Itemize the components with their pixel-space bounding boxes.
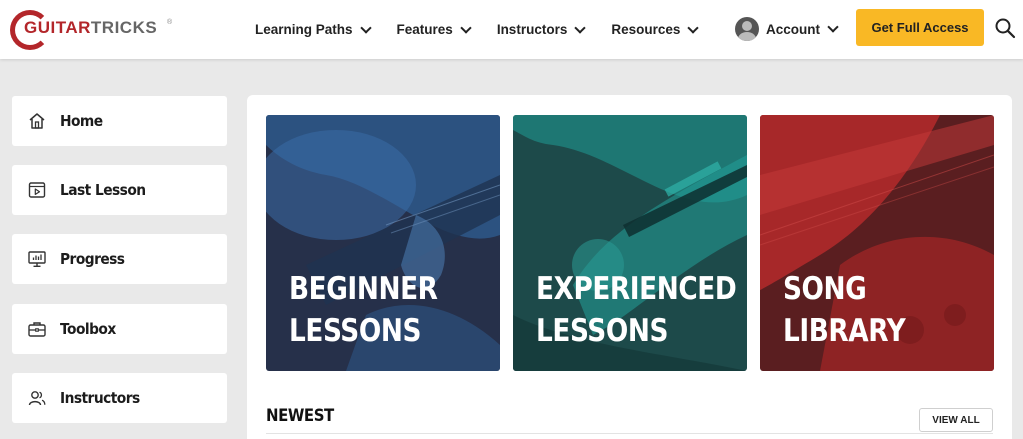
nav-features[interactable]: Features <box>396 21 472 37</box>
toolbox-icon <box>28 322 46 337</box>
card-song-library[interactable]: SONG LIBRARY <box>760 115 994 371</box>
card-title-line2: LESSONS <box>536 313 669 349</box>
card-title-line1: BEGINNER <box>289 271 438 307</box>
main-nav: Learning Paths Features Instructors Reso… <box>255 0 724 59</box>
sidebar-item-toolbox[interactable]: Toolbox <box>12 304 227 354</box>
top-header: GUITARTRICKS ® Learning Paths Features I… <box>0 0 1023 59</box>
search-icon[interactable] <box>994 17 1016 39</box>
users-icon <box>28 391 46 406</box>
card-title-line2: LESSONS <box>289 313 422 349</box>
nav-learning-paths[interactable]: Learning Paths <box>255 21 372 37</box>
card-title-line2: LIBRARY <box>783 313 906 349</box>
play-video-icon <box>28 182 46 198</box>
sidebar-item-label: Instructors <box>60 389 140 407</box>
sidebar-item-instructors[interactable]: Instructors <box>12 373 227 423</box>
nav-label: Learning Paths <box>255 22 353 37</box>
sidebar-item-label: Progress <box>60 250 125 268</box>
chevron-down-icon <box>827 21 839 33</box>
nav-label: Features <box>396 22 453 37</box>
card-beginner-lessons[interactable]: BEGINNER LESSONS <box>266 115 500 371</box>
sidebar-item-label: Last Lesson <box>60 181 146 199</box>
chevron-down-icon <box>687 21 700 34</box>
card-title-line1: EXPERIENCED <box>536 271 737 307</box>
nav-label: Instructors <box>496 22 568 37</box>
home-icon <box>29 113 45 129</box>
get-full-access-button[interactable]: Get Full Access <box>856 9 984 46</box>
logo-text-main: GUITAR <box>24 18 91 37</box>
main-panel: BEGINNER LESSONS EXPERIENCED LESSONS SON… <box>247 95 1012 439</box>
section-divider <box>266 433 993 434</box>
account-menu[interactable]: Account <box>735 15 839 43</box>
nav-resources[interactable]: Resources <box>611 21 700 37</box>
sidebar-item-label: Home <box>60 112 103 130</box>
guitar-tricks-logo[interactable]: GUITARTRICKS ® <box>10 8 180 50</box>
section-title-newest: NEWEST <box>266 406 334 426</box>
sidebar-item-last-lesson[interactable]: Last Lesson <box>12 165 227 215</box>
card-experienced-lessons[interactable]: EXPERIENCED LESSONS <box>513 115 747 371</box>
nav-instructors[interactable]: Instructors <box>496 21 586 37</box>
logo-text-accent: TRICKS <box>90 18 158 37</box>
sidebar-item-progress[interactable]: Progress <box>12 234 227 284</box>
logo-registered-mark: ® <box>167 19 173 26</box>
chevron-down-icon <box>574 21 586 34</box>
nav-label: Resources <box>611 22 681 37</box>
sidebar-item-label: Toolbox <box>60 320 116 338</box>
card-title-line1: SONG <box>783 271 867 307</box>
avatar <box>735 17 759 41</box>
view-all-button[interactable]: VIEW ALL <box>919 408 993 432</box>
account-label: Account <box>766 21 820 37</box>
sidebar-item-home[interactable]: Home <box>12 96 227 146</box>
chevron-down-icon <box>359 21 372 34</box>
monitor-chart-icon <box>28 251 46 267</box>
chevron-down-icon <box>460 21 472 34</box>
